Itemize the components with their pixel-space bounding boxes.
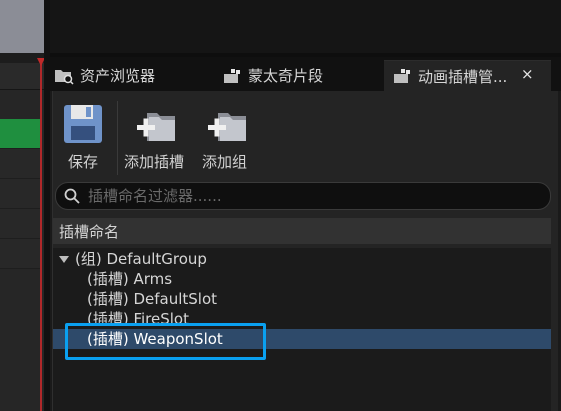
tab-montage-sections[interactable]: 蒙太奇片段 [222,60,372,91]
close-icon[interactable]: × [521,65,534,83]
slot-label: (插槽) DefaultSlot [87,290,218,308]
timeline-header [0,63,44,90]
timeline-track[interactable] [0,209,40,239]
annotation-highlight-box [65,323,266,360]
viewport-preview [0,0,44,53]
add-group-label: 添加组 [202,153,248,171]
timeline-track[interactable] [0,179,40,209]
timeline-track[interactable] [0,239,40,269]
upper-panel [50,0,561,53]
toolbar-separator [117,101,118,175]
save-button[interactable]: 保存 [62,101,104,172]
group-label: (组) DefaultGroup [75,250,207,268]
tree-slot-defaultslot[interactable]: (插槽) DefaultSlot [87,289,217,309]
tab-label: 资产浏览器 [80,67,156,85]
timeline-track[interactable] [0,149,40,179]
add-slot-label: 添加插槽 [124,153,185,171]
add-group-icon [204,101,246,145]
slot-label: (插槽) Arms [87,270,173,288]
chevron-down-icon[interactable] [59,256,69,263]
playhead-line[interactable] [40,63,42,411]
slot-filter-search [55,182,551,210]
tree-slot-arms[interactable]: (插槽) Arms [87,269,172,289]
anim-slot-icon [392,67,412,85]
search-input[interactable] [86,186,530,206]
folder-search-icon [54,67,74,85]
add-group-button[interactable]: 添加组 [202,101,247,172]
save-label: 保存 [67,153,98,171]
tab-label: 蒙太奇片段 [248,67,324,85]
tab-label: 动画插槽管... [418,67,508,86]
add-slot-button[interactable]: 添加插槽 [124,101,184,172]
add-slot-icon [133,101,175,145]
tab-asset-browser[interactable]: 资产浏览器 [54,60,184,91]
search-icon [64,188,80,204]
timeline-track-active[interactable] [0,119,40,149]
montage-icon [222,67,242,85]
tree-group-defaultgroup[interactable]: (组) DefaultGroup [59,249,207,269]
save-icon [62,101,104,145]
slot-name-column-header[interactable]: 插槽命名 [53,218,551,244]
column-header-label: 插槽命名 [59,222,120,241]
